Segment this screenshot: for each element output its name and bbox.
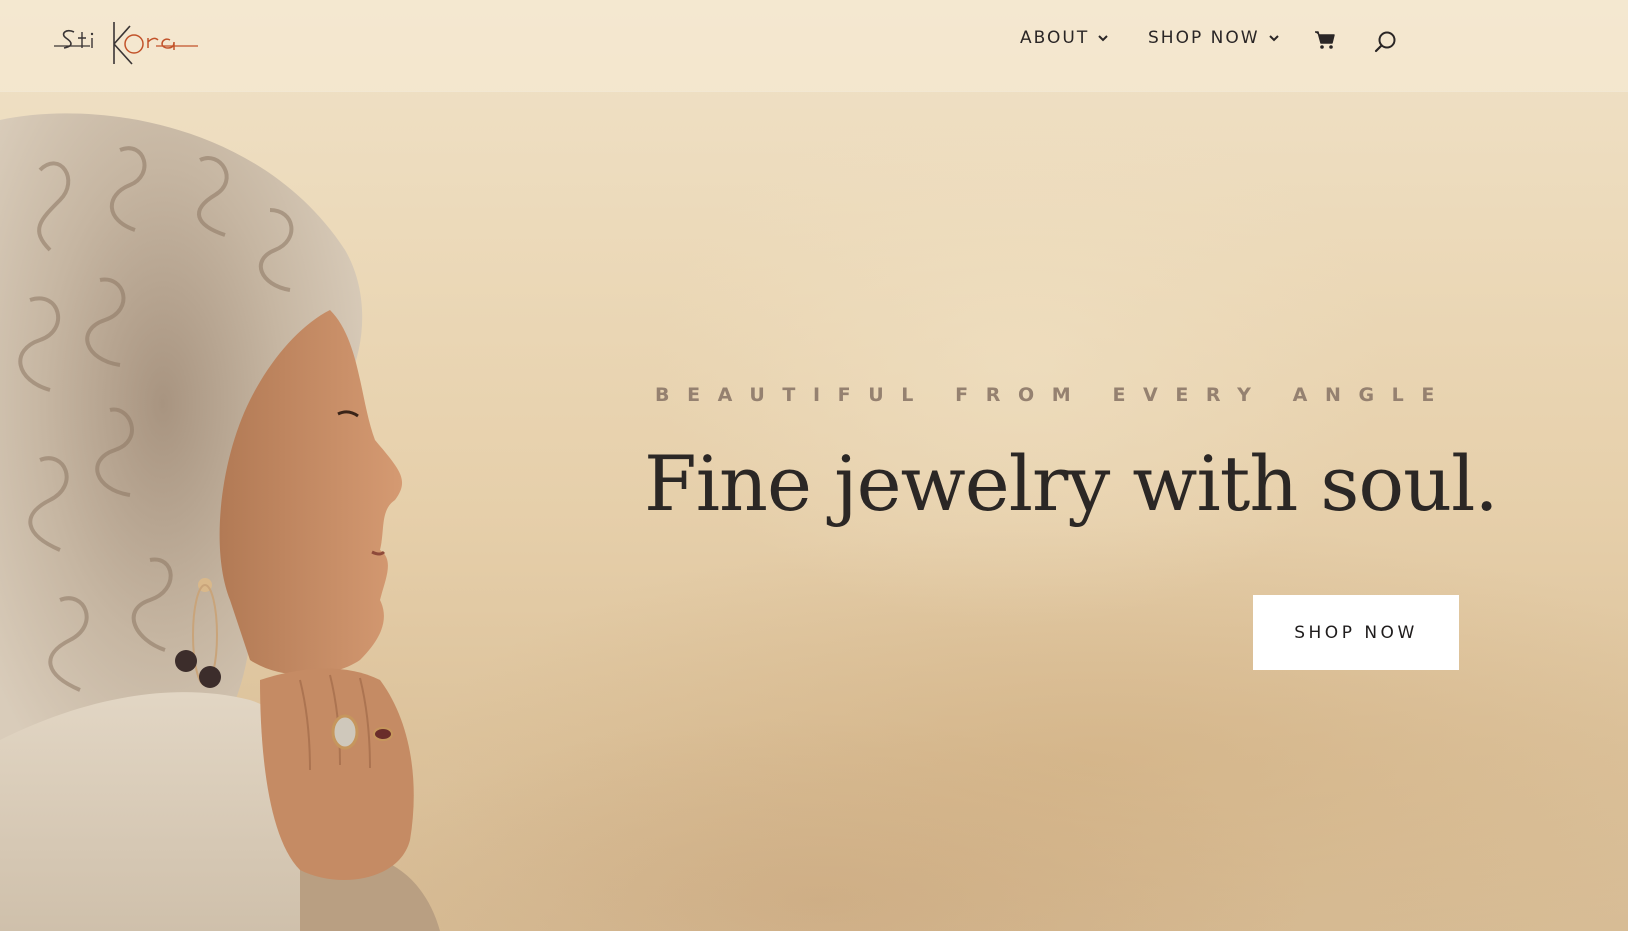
shopping-cart-icon[interactable] bbox=[1314, 30, 1336, 50]
hero-headline: Fine jewelry with soul. bbox=[644, 439, 1499, 528]
hero-woman-image bbox=[0, 113, 440, 931]
site-header: ABOUT SHOP NOW bbox=[0, 0, 1628, 91]
nav-shop-now-label: SHOP NOW bbox=[1148, 28, 1260, 48]
chevron-down-icon bbox=[1268, 35, 1279, 42]
nav-shop-now[interactable]: SHOP NOW bbox=[1148, 28, 1280, 48]
hero-tagline: BEAUTIFUL FROM EVERY ANGLE bbox=[655, 384, 1452, 406]
stikora-logo[interactable] bbox=[52, 18, 198, 68]
nav-about[interactable]: ABOUT bbox=[1020, 28, 1109, 48]
nav-about-label: ABOUT bbox=[1020, 28, 1090, 48]
chevron-down-icon bbox=[1098, 35, 1108, 42]
search-icon[interactable] bbox=[1374, 30, 1398, 54]
shop-now-button[interactable]: SHOP NOW bbox=[1253, 595, 1459, 670]
